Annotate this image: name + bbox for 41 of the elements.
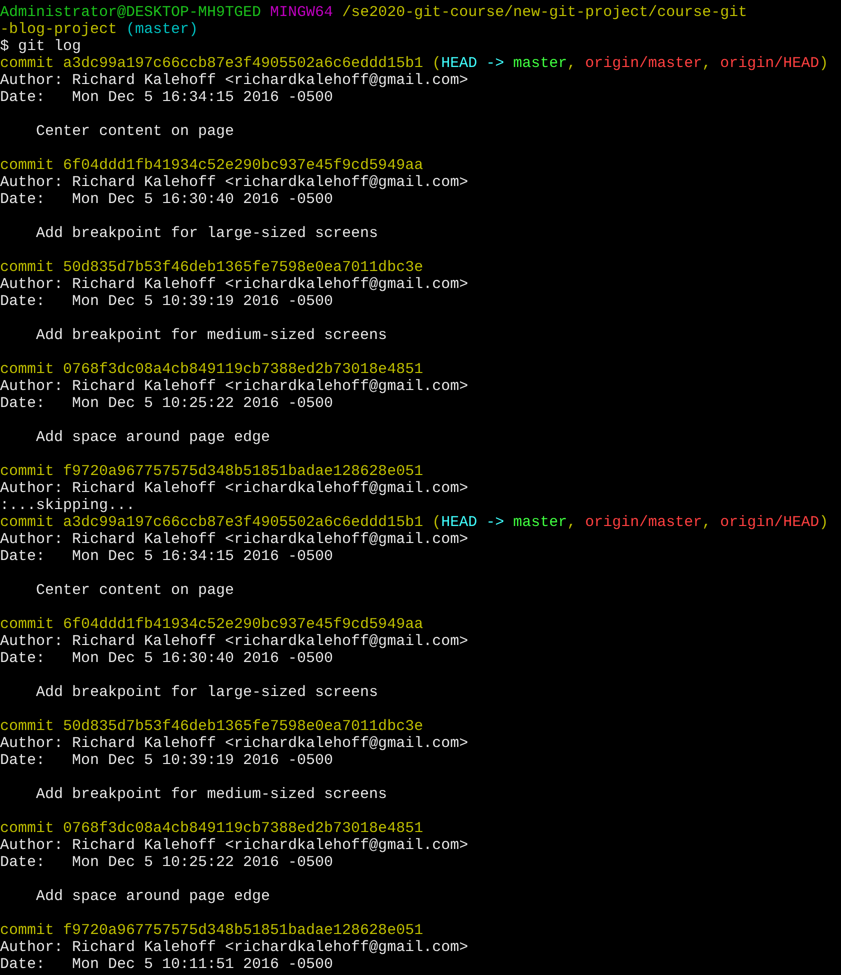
terminal-line: Date: Mon Dec 5 10:11:51 2016 -0500 — [0, 956, 334, 973]
terminal-line: Add breakpoint for medium-sized screens — [35, 327, 388, 344]
terminal-line: Center content on page — [35, 123, 234, 140]
terminal-line: commit 6f04ddd1fb41934c52e290bc937e45f9cd5949aa — [0, 616, 424, 633]
terminal-line: Date: Mon Dec 5 10:25:22 2016 -0500 — [0, 854, 334, 871]
terminal-line: commit 0768f3dc08a4cb849119cb7388ed2b73018e4851 — [0, 820, 424, 837]
terminal-line: Author: Richard Kalehoff <richardkalehoff@gmail.com> — [0, 837, 468, 854]
terminal-line: Date: Mon Dec 5 10:39:19 2016 -0500 — [0, 752, 334, 769]
terminal-line: -blog-project (master) — [0, 21, 198, 38]
terminal-line: commit 50d835d7b53f46deb1365fe7598e0ea7011dbc3e — [0, 259, 424, 276]
terminal-line: Author: Richard Kalehoff <richardkalehoff@gmail.com> — [0, 735, 468, 752]
terminal-line: commit f9720a967757575d348b51851badae128628e051 — [0, 463, 424, 480]
terminal-line: Date: Mon Dec 5 16:30:40 2016 -0500 — [0, 650, 334, 667]
terminal-line: Author: Richard Kalehoff <richardkalehoff@gmail.com> — [0, 72, 468, 89]
terminal-line: Author: Richard Kalehoff <richardkalehoff@gmail.com> — [0, 531, 468, 548]
terminal-line: Add breakpoint for large-sized screens — [35, 225, 378, 242]
terminal-line: Date: Mon Dec 5 16:34:15 2016 -0500 — [0, 548, 334, 565]
terminal-line: Date: Mon Dec 5 10:39:19 2016 -0500 — [0, 293, 334, 310]
terminal-line: commit a3dc99a197c66ccb87e3f4905502a6c6eddd15b1 (HEAD -> master, origin/master, origin/HEAD) — [0, 514, 828, 531]
terminal-line: Author: Richard Kalehoff <richardkalehoff@gmail.com> — [0, 378, 468, 395]
terminal-line: Add space around page edge — [35, 429, 270, 446]
terminal-line: commit a3dc99a197c66ccb87e3f4905502a6c6eddd15b1 (HEAD -> master, origin/master, origin/HEAD) — [0, 55, 828, 72]
terminal-line: Center content on page — [35, 582, 234, 599]
terminal-line: commit 6f04ddd1fb41934c52e290bc937e45f9cd5949aa — [0, 157, 424, 174]
terminal-line: commit f9720a967757575d348b51851badae128628e051 — [0, 922, 424, 939]
terminal-line: Add breakpoint for large-sized screens — [35, 684, 378, 701]
terminal-line: Author: Richard Kalehoff <richardkalehoff@gmail.com> — [0, 174, 468, 191]
terminal-line: Author: Richard Kalehoff <richardkalehoff@gmail.com> — [0, 276, 468, 293]
terminal-line: Author: Richard Kalehoff <richardkalehoff@gmail.com> — [0, 480, 468, 497]
terminal-line: Date: Mon Dec 5 10:25:22 2016 -0500 — [0, 395, 334, 412]
terminal-line: Add breakpoint for medium-sized screens — [35, 786, 388, 803]
terminal-line: Author: Richard Kalehoff <richardkalehoff@gmail.com> — [0, 939, 468, 956]
terminal-line: Date: Mon Dec 5 16:30:40 2016 -0500 — [0, 191, 334, 208]
terminal-line: Date: Mon Dec 5 16:34:15 2016 -0500 — [0, 89, 334, 106]
terminal-line: Administrator@DESKTOP-MH9TGED MINGW64 /se2020-git-course/new-git-project/course-git — [0, 4, 748, 21]
terminal-line: Author: Richard Kalehoff <richardkalehoff@gmail.com> — [0, 633, 468, 650]
terminal-line: $ git log — [0, 38, 82, 55]
terminal-line: commit 50d835d7b53f46deb1365fe7598e0ea7011dbc3e — [0, 718, 424, 735]
terminal-line: commit 0768f3dc08a4cb849119cb7388ed2b73018e4851 — [0, 361, 424, 378]
terminal-line: :...skipping... — [0, 497, 136, 514]
terminal-line: Add space around page edge — [35, 888, 270, 905]
